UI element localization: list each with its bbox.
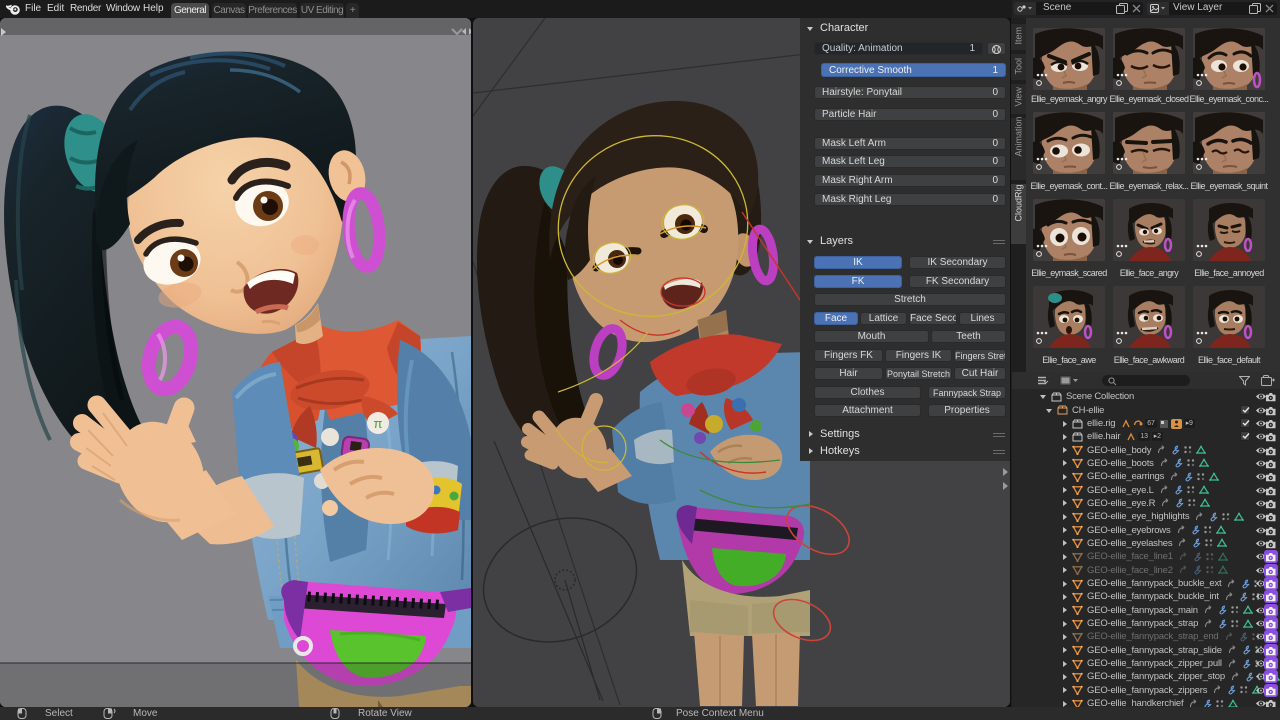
svg-text:π: π bbox=[374, 416, 383, 431]
